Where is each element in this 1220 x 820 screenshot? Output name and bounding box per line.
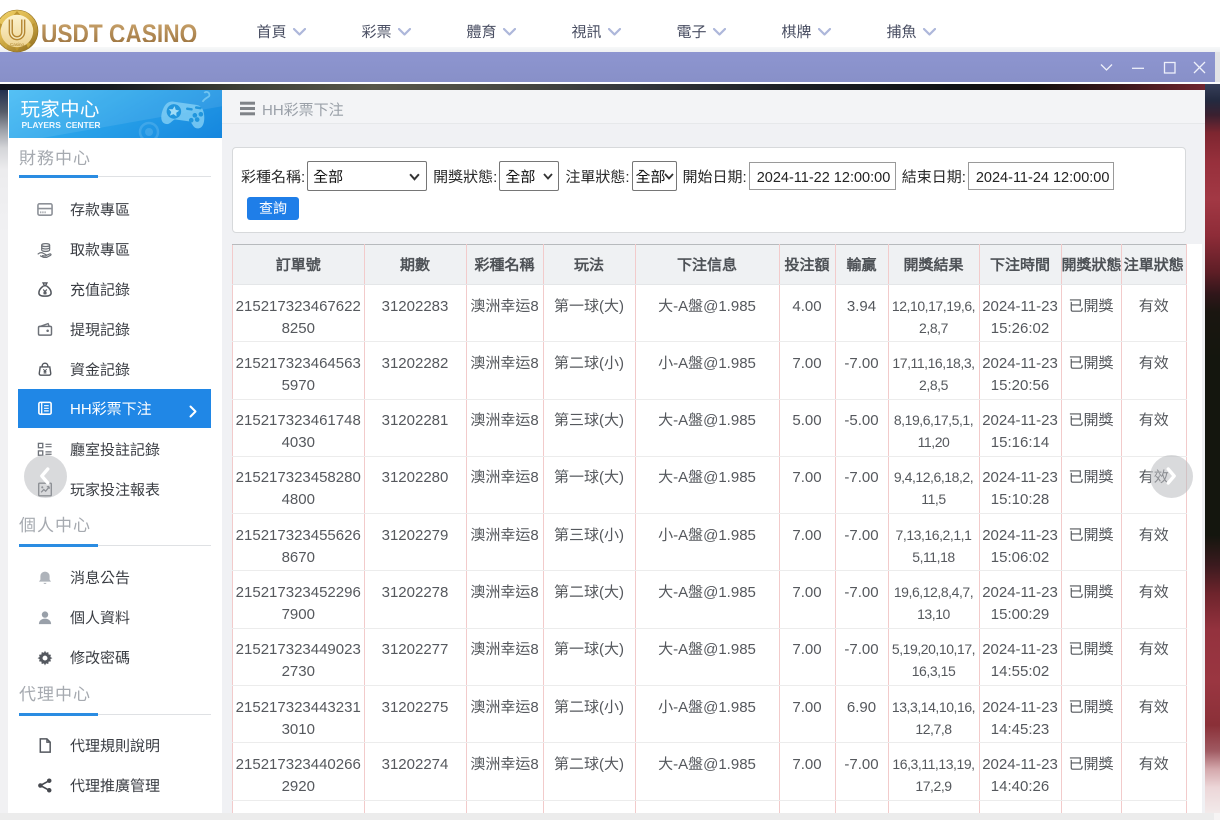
svg-text:Casino: Casino <box>10 42 25 47</box>
